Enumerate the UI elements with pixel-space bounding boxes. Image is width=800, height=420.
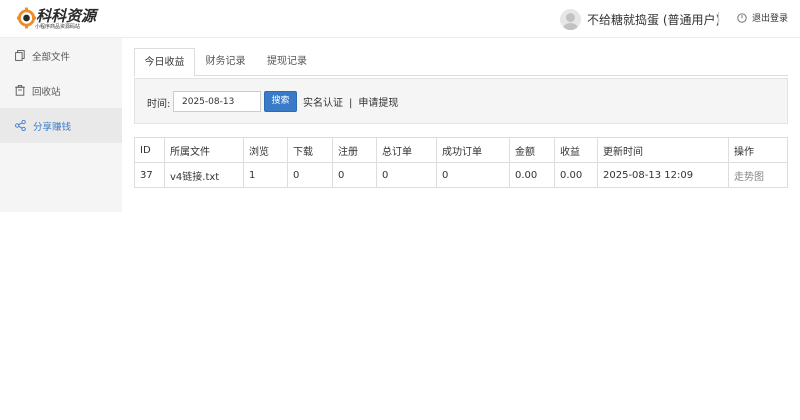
avatar[interactable] [560,8,581,30]
link-divider: | [349,98,353,109]
cell-downloads: 0 [287,162,333,188]
cell-successful-orders: 0 [436,162,510,188]
sidebar-item-label: 回收站 [32,86,61,98]
withdraw-request-link[interactable]: 申请提现 [358,98,398,109]
column-header: 金额 [509,137,555,163]
power-icon [737,12,747,23]
cell-file: v4链接.txt [164,162,244,188]
column-header: 更新时间 [597,137,729,163]
share-icon [15,120,26,131]
sidebar: 全部文件 回收站 分享赚钱 [0,38,122,212]
cell-registrations: 0 [332,162,377,188]
trend-chart-link[interactable]: 走势图 [728,162,788,188]
gear-logo-icon [17,7,36,29]
tab-finance-records[interactable]: 财务记录 [197,48,254,77]
cell-updated-time: 2025-08-13 12:09 [597,162,729,188]
column-header: 总订单 [376,137,437,163]
column-header: 操作 [728,137,788,163]
username: 不给糖就捣蛋 (普通用户) [587,12,721,27]
tab-withdraw-records[interactable]: 提现记录 [257,48,317,77]
table-header-row: ID 所属文件 浏览 下载 注册 总订单 成功订单 金额 收益 更新时间 操作 [134,137,788,163]
column-header: 注册 [332,137,377,163]
date-input[interactable] [173,91,261,112]
sidebar-item-share-earn[interactable]: 分享赚钱 [0,108,122,143]
trash-icon [15,85,25,96]
sidebar-item-recycle-bin[interactable]: 回收站 [0,73,122,108]
top-header: 科科资源 小程序商品资源码站 不给糖就捣蛋 (普通用户) 退出登录 [0,0,800,38]
table-row: 37 v4链接.txt 1 0 0 0 0 0.00 0.00 2025-08-… [134,162,788,188]
sidebar-item-label: 分享赚钱 [33,121,72,133]
action-links: 实名认证 | 申请提现 [303,94,398,109]
column-header: 下载 [287,137,333,163]
filter-bar: 时间: 搜索 实名认证 | 申请提现 [134,78,788,124]
sidebar-item-label: 全部文件 [32,51,71,63]
search-button[interactable]: 搜索 [264,91,297,112]
cell-amount: 0.00 [509,162,555,188]
column-header: ID [134,137,165,163]
cell-views: 1 [243,162,288,188]
files-icon [15,50,25,61]
logo-subtitle: 小程序商品资源码站 [35,24,81,30]
logout-label: 退出登录 [752,14,789,24]
tab-bar: 今日收益 财务记录 提现记录 [134,48,788,77]
cell-total-orders: 0 [376,162,437,188]
column-header: 浏览 [243,137,288,163]
earnings-table: ID 所属文件 浏览 下载 注册 总订单 成功订单 金额 收益 更新时间 操作 … [134,137,788,188]
tab-today-earnings[interactable]: 今日收益 [134,48,195,77]
site-logo[interactable]: 科科资源 小程序商品资源码站 [17,7,96,31]
column-header: 所属文件 [164,137,244,163]
sidebar-item-all-files[interactable]: 全部文件 [0,38,122,73]
column-header: 收益 [554,137,598,163]
cell-id: 37 [134,162,165,188]
cell-earnings: 0.00 [554,162,598,188]
user-menu[interactable]: 不给糖就捣蛋 (普通用户) [560,8,720,30]
real-name-verify-link[interactable]: 实名认证 [303,98,343,109]
column-header: 成功订单 [436,137,510,163]
header-divider [718,12,719,25]
logout-button[interactable]: 退出登录 [737,11,788,24]
time-label: 时间: [147,99,171,110]
